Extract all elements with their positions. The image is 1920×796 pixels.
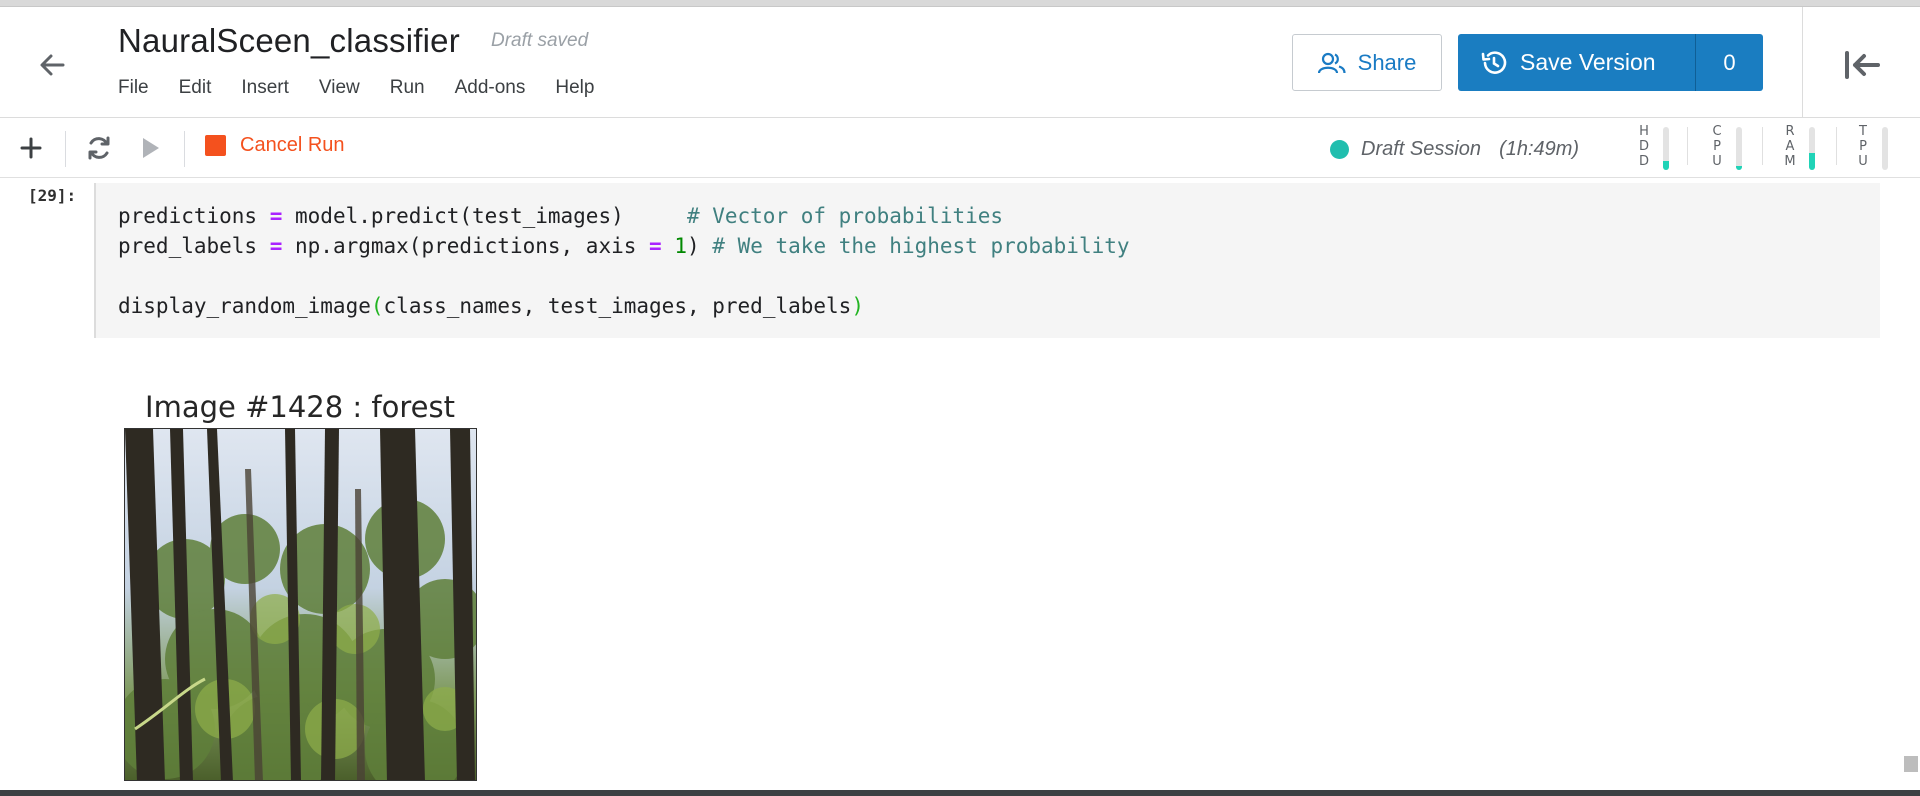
code-cell-editor[interactable]: predictions = model.predict(test_images)… [94,183,1880,338]
session-active-dot [1330,140,1349,159]
share-people-icon [1317,52,1346,73]
back-arrow-icon [40,54,65,76]
plus-icon [20,137,42,159]
cancel-run-label: Cancel Run [240,134,345,156]
notebook-title[interactable]: NauralSceen_classifier [118,22,460,60]
menu-bar: File Edit Insert View Run Add-ons Help [118,77,624,99]
meter-separator [1836,127,1837,165]
code-token: = [269,234,283,258]
stop-icon [205,135,226,156]
hdd-meter-fill [1663,161,1669,170]
ram-meter-track [1809,127,1815,170]
hdd-meter-label: HDD [1638,124,1649,169]
history-icon [1481,50,1507,74]
toolbar-separator [65,131,66,167]
ram-meter[interactable]: RAM [1783,124,1823,174]
refresh-icon [88,136,110,160]
hdd-meter-track [1663,127,1669,170]
code-token: # Vector of probabilities [686,204,1004,228]
back-button[interactable] [32,45,72,85]
version-count[interactable]: 0 [1695,34,1763,91]
menu-help[interactable]: Help [555,77,594,99]
menu-edit[interactable]: Edit [179,77,212,99]
code-token: np.argmax(predictions, axis [282,234,650,258]
cpu-meter[interactable]: CPU [1710,124,1750,174]
hdd-meter[interactable]: HDD [1637,124,1677,174]
code-token: = [649,234,662,258]
scrollbar-thumb[interactable] [1904,756,1918,772]
code-token: model.predict(test_images) [282,204,687,228]
save-version-label: Save Version [1520,49,1656,75]
meter-separator [1762,127,1763,165]
code-line: display_random_image(class_names, test_i… [118,291,1880,321]
share-label: Share [1357,49,1417,75]
menu-insert[interactable]: Insert [241,77,289,99]
play-icon [143,138,159,158]
run-button[interactable] [132,130,168,166]
code-token: ) [687,234,713,258]
code-line: predictions = model.predict(test_images)… [118,201,1880,231]
cell-execution-count: [29]: [28,186,77,205]
bottom-edge [0,790,1920,796]
save-version-button[interactable]: Save Version 0 [1458,34,1763,91]
cancel-run-button[interactable]: Cancel Run [205,134,345,157]
meter-separator [1687,127,1688,165]
code-line: pred_labels = np.argmax(predictions, axi… [118,231,1880,261]
add-cell-button[interactable] [13,130,49,166]
toolbar-separator [184,131,185,167]
code-token: ) [851,294,864,318]
window-top-edge [0,0,1920,7]
ram-meter-label: RAM [1784,124,1796,169]
cpu-meter-fill [1736,165,1742,170]
notebook-header: NauralSceen_classifier Draft saved File … [0,7,1920,118]
code-token: class_names, test_images, pred_labels [383,294,852,318]
tpu-meter-label: TPU [1858,124,1868,169]
save-status: Draft saved [491,30,589,51]
forest-image [124,428,477,781]
menu-addons[interactable]: Add-ons [455,77,526,99]
tpu-meter-track [1882,127,1888,170]
code-token: ( [370,294,384,318]
ram-meter-fill [1809,152,1815,170]
code-token: predictions [118,204,270,228]
code-token: # We take the highest probability [712,234,1130,258]
save-version-main[interactable]: Save Version [1458,34,1695,91]
figure-title: Image #1428 : forest [145,390,455,424]
cpu-meter-track [1736,127,1742,170]
restart-button[interactable] [81,130,117,166]
code-token: 1 [674,234,687,258]
code-token: display_random_image [118,294,371,318]
session-status[interactable]: Draft Session (1h:49m) [1330,138,1579,161]
collapse-panel-icon [1845,51,1880,79]
menu-run[interactable]: Run [390,77,425,99]
code-token: pred_labels [118,234,270,258]
collapse-sidebar-button[interactable] [1840,47,1884,83]
share-button[interactable]: Share [1292,34,1442,91]
code-token: = [269,204,283,228]
notebook-scrollbar[interactable] [1902,178,1920,790]
header-divider [1802,7,1803,118]
session-time: (1h:49m) [1499,138,1580,160]
session-label: Draft Session [1361,138,1482,160]
cpu-meter-label: CPU [1712,124,1722,169]
notebook-toolbar: Cancel Run Draft Session (1h:49m) HDD CP… [0,119,1920,178]
menu-file[interactable]: File [118,77,149,99]
menu-view[interactable]: View [319,77,360,99]
tpu-meter[interactable]: TPU [1856,124,1896,174]
